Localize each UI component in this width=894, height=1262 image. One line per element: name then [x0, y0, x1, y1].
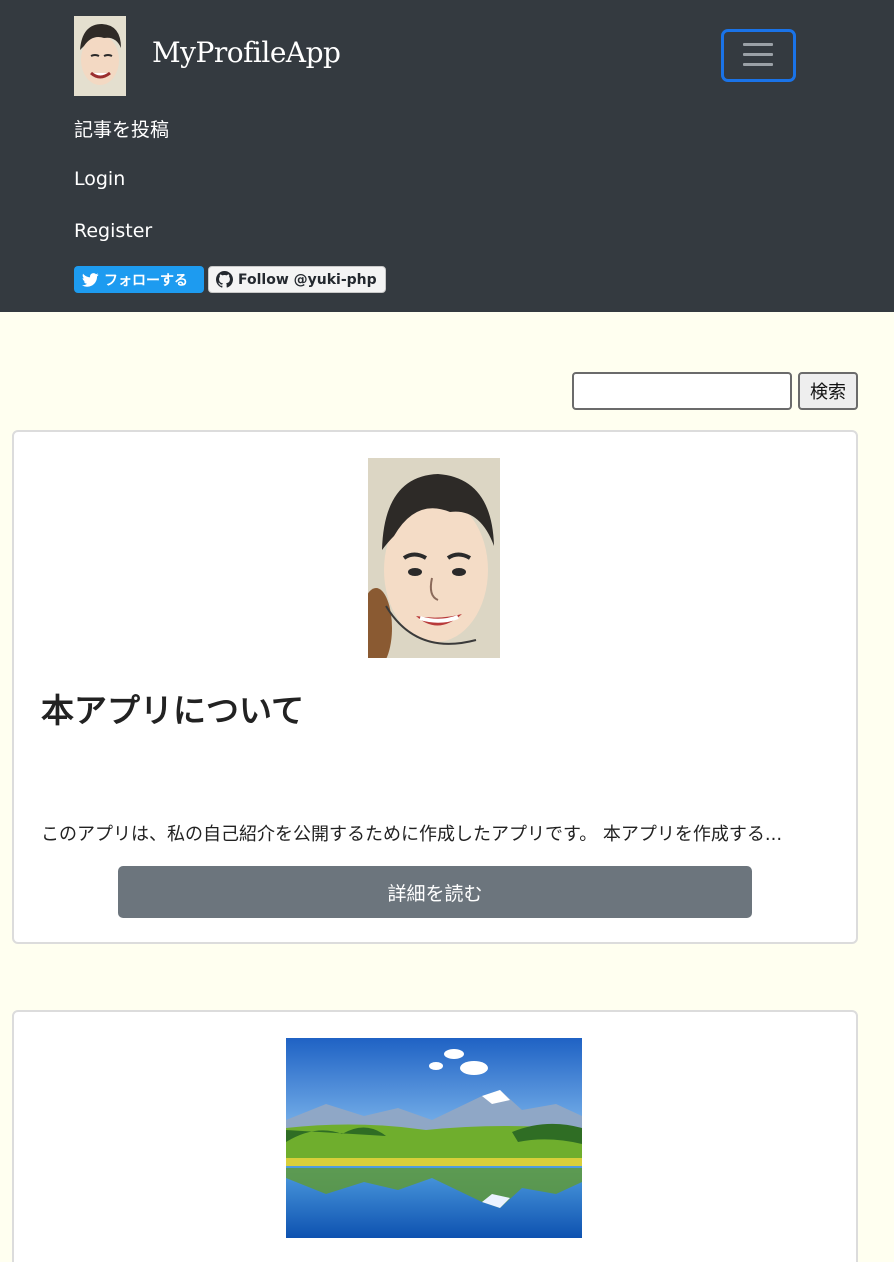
github-follow-button[interactable]: Follow @yuki-php: [208, 266, 386, 293]
article-card: [12, 1010, 858, 1262]
article-title: 本アプリについて: [41, 691, 305, 730]
read-more-button[interactable]: 詳細を読む: [118, 866, 752, 918]
article-excerpt: このアプリは、私の自己紹介を公開するために作成したアプリです。 本アプリを作成す…: [41, 824, 783, 845]
github-follow-label: Follow @yuki-php: [238, 271, 377, 288]
twitter-follow-button[interactable]: フォローする: [74, 266, 204, 293]
twitter-bird-icon: [82, 272, 99, 287]
search-input[interactable]: [572, 372, 792, 410]
search-button[interactable]: 検索: [798, 372, 858, 410]
brand-name[interactable]: MyProfileApp: [152, 36, 341, 69]
nav-link-login[interactable]: Login: [74, 168, 125, 190]
github-icon: [216, 271, 233, 288]
brand-logo[interactable]: [74, 16, 126, 96]
nav-link-post-article[interactable]: 記事を投稿: [74, 115, 169, 142]
navbar: MyProfileApp 記事を投稿 Login Register フォローする…: [0, 0, 894, 312]
twitter-follow-label: フォローする: [104, 272, 188, 289]
article-thumbnail-landscape[interactable]: [286, 1038, 582, 1238]
navbar-toggler-button[interactable]: [721, 29, 796, 82]
article-card: 本アプリについて このアプリは、私の自己紹介を公開するために作成したアプリです。…: [12, 430, 858, 944]
nav-link-register[interactable]: Register: [74, 220, 152, 242]
article-thumbnail-portrait[interactable]: [368, 458, 500, 658]
